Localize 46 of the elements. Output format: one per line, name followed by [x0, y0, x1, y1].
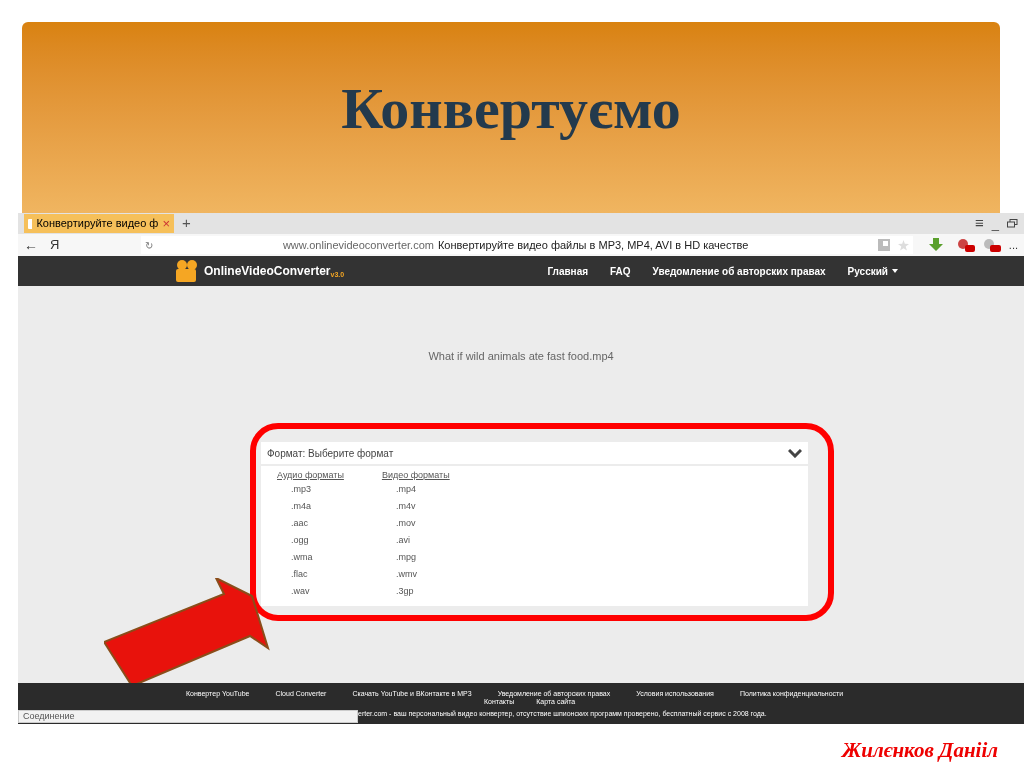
format-option[interactable]: .mpg — [381, 549, 450, 566]
format-option[interactable]: .ogg — [277, 532, 344, 549]
format-option[interactable]: .aac — [277, 515, 344, 532]
address-bar[interactable]: ↻ www.onlinevideoconverter.com Конвертируйте видео файлы в MP3, MP4, AVI в HD качестве — [141, 236, 913, 254]
format-option[interactable]: .wmv — [381, 566, 450, 583]
back-button[interactable]: ← — [24, 234, 38, 256]
format-option[interactable]: .mp4 — [381, 481, 450, 498]
chevron-icon — [788, 448, 802, 458]
format-dropdown[interactable]: Формат: Выберите формат — [261, 442, 808, 464]
nav-link[interactable]: Уведомление об авторских правах — [652, 263, 826, 279]
format-option[interactable]: .avi — [381, 532, 450, 549]
status-bar: Соединение — [18, 710, 358, 723]
format-option[interactable]: .mp3 — [277, 481, 344, 498]
nav-link[interactable]: FAQ — [610, 263, 631, 279]
browser-tab[interactable]: Конвертируйте видео ф × — [24, 214, 174, 233]
format-option[interactable]: .m4a — [277, 498, 344, 515]
new-tab-button[interactable]: + — [182, 212, 191, 235]
tab-title: Конвертируйте видео ф — [36, 216, 159, 232]
url-domain: www.onlinevideoconverter.com — [282, 237, 434, 253]
slide-title: Конвертуємо — [341, 80, 681, 138]
reload-button[interactable]: ↻ — [145, 237, 154, 253]
page-title: Конвертируйте видео файлы в MP3, MP4, AVI в HD качестве — [437, 237, 749, 253]
extension-icon[interactable] — [982, 238, 1001, 252]
format-option[interactable]: .wma — [277, 549, 344, 566]
format-option[interactable]: .flac — [277, 566, 344, 583]
extension-icon[interactable] — [956, 238, 975, 252]
camera-icon — [174, 260, 200, 282]
site-logo[interactable]: OnlineVideoConverter — [204, 262, 331, 280]
caret-icon — [892, 269, 898, 273]
more-button[interactable]: ... — [1008, 236, 1018, 254]
format-group-heading: Аудио форматы — [277, 469, 344, 481]
download-icon[interactable] — [928, 238, 945, 252]
format-option[interactable]: .m4v — [381, 498, 450, 515]
format-group-heading: Видео форматы — [381, 469, 450, 481]
yandex-button[interactable]: Я — [50, 235, 60, 255]
format-option[interactable]: .wav — [277, 583, 344, 600]
restore-icon[interactable] — [1007, 219, 1018, 228]
format-option[interactable]: .mov — [381, 515, 450, 532]
language-dropdown[interactable]: Русский — [847, 263, 898, 279]
minimize-button[interactable]: _ — [991, 217, 999, 230]
format-option[interactable]: .3gp — [381, 583, 450, 600]
menu-button[interactable]: ≡ — [975, 212, 984, 235]
file-name: What if wild animals ate fast food.mp4 — [427, 349, 615, 364]
author-name: Жилєнков Данііл — [841, 737, 998, 764]
nav-link[interactable]: Главная — [547, 263, 589, 279]
star-icon[interactable] — [897, 239, 909, 251]
